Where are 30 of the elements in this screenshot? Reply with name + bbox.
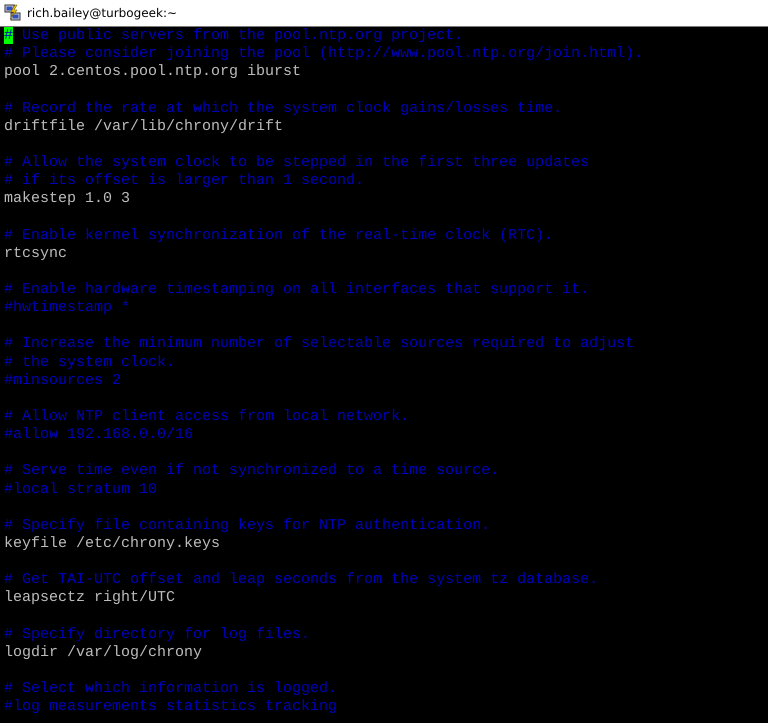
comment-line: #local stratum 10: [4, 480, 158, 498]
comment-line: # Specify file containing keys for NTP authentication.: [4, 516, 490, 534]
comment-line: # Select which information is logged.: [4, 680, 338, 698]
comment-line: # the system clock.: [4, 354, 176, 371]
config-line: rtcsync: [4, 244, 68, 262]
comment-line: # Get TAI-UTC offset and leap seconds from the system tz database.: [4, 571, 598, 588]
comment-line: Use public servers from the pool.ntp.org project.: [21, 27, 464, 44]
comment-line: # Record the rate at which the system clock gains/losses time.: [4, 100, 562, 117]
comment-line: # Serve time even if not synchronized to a time source.: [4, 462, 500, 480]
comment-line: # if its offset is larger than 1 second.: [4, 172, 364, 190]
comment-line: #hwtimestamp *: [4, 299, 130, 316]
window-title: rich.bailey@turbogeek:~: [27, 6, 178, 20]
comment-line: # Increase the minimum number of selectable sources required to adjust: [4, 335, 634, 352]
config-line: logdir /var/log/chrony: [4, 644, 202, 661]
config-line: keyfile /etc/chrony.keys: [4, 534, 220, 552]
comment-line: # Enable kernel synchronization of the real-time clock (RTC).: [4, 226, 554, 244]
comment-line: # Allow NTP client access from local network.: [4, 408, 410, 425]
comment-line: # Please consider joining the pool (http://www.pool.ntp.org/join.html).: [4, 45, 644, 62]
text-cursor: #: [4, 27, 14, 44]
comment-line: #minsources 2: [4, 372, 122, 389]
computer-icon: [4, 4, 22, 22]
config-line: makestep 1.0 3: [4, 190, 130, 208]
comment-line: #allow 192.168.0.0/16: [4, 426, 194, 444]
config-line: pool 2.centos.pool.ntp.org iburst: [4, 63, 302, 80]
comment-line: # Enable hardware timestamping on all interfaces that support it.: [4, 280, 590, 298]
config-line: leapsectz right/UTC: [4, 589, 176, 606]
comment-line: #log measurements statistics tracking: [4, 698, 338, 716]
config-line: driftfile /var/lib/chrony/drift: [4, 118, 284, 135]
comment-line: # Allow the system clock to be stepped in the first three updates: [4, 154, 590, 171]
comment-line: # Specify directory for log files.: [4, 626, 310, 643]
